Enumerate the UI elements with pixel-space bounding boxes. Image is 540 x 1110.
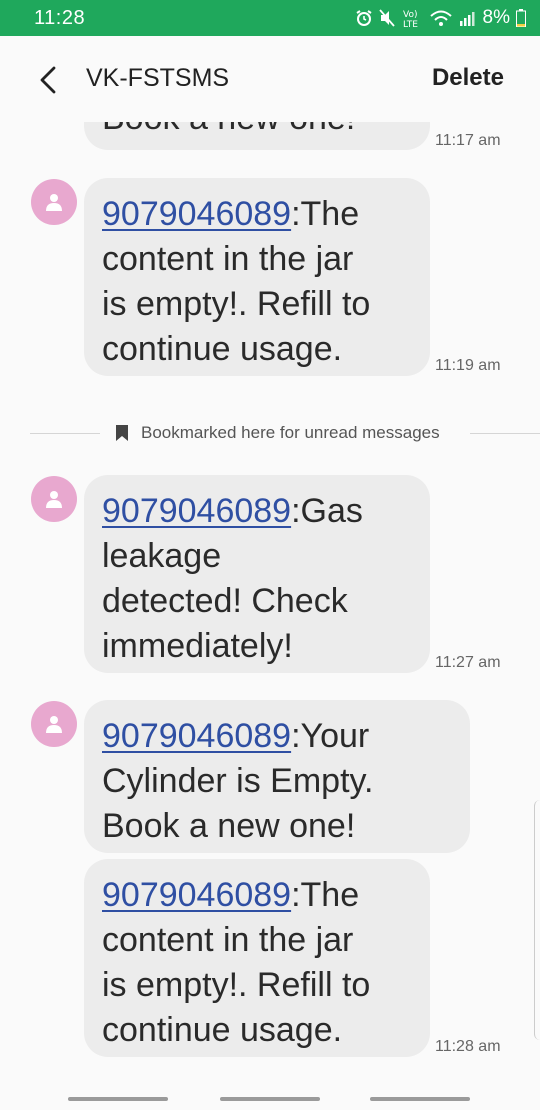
person-icon xyxy=(46,716,62,733)
message-time: 11:19 am xyxy=(435,357,501,374)
message-list[interactable]: Book a new one! 11:17 am 9079046089:The … xyxy=(0,122,540,1072)
alarm-icon xyxy=(355,9,373,27)
message-line: is empty!. Refill to xyxy=(102,966,371,1004)
phone-number-link[interactable]: 9079046089 xyxy=(102,717,291,755)
svg-text:LTE: LTE xyxy=(403,20,418,29)
unread-bookmark-divider: Bookmarked here for unread messages xyxy=(30,422,540,446)
message-line: is empty!. Refill to xyxy=(102,285,371,323)
message-text: :Gas xyxy=(291,492,363,530)
message-bubble[interactable]: 9079046089:The content in the jar is emp… xyxy=(84,178,430,376)
message-line: content in the jar xyxy=(102,240,354,278)
avatar[interactable] xyxy=(31,476,77,522)
delete-button[interactable]: Delete xyxy=(432,64,504,92)
message-line: 9079046089:The xyxy=(102,192,412,237)
message-line: continue usage. xyxy=(102,1011,343,1049)
signal-icon xyxy=(459,10,475,26)
avatar[interactable] xyxy=(31,701,77,747)
nav-home-button[interactable] xyxy=(220,1097,320,1101)
message-bubble[interactable]: 9079046089:The content in the jar is emp… xyxy=(84,859,430,1057)
bookmark-text: Bookmarked here for unread messages xyxy=(141,423,440,442)
message-line: 9079046089:Your xyxy=(102,714,452,759)
message-bubble[interactable]: 9079046089:Your Cylinder is Empty. Book … xyxy=(84,700,470,853)
message-time: 11:17 am xyxy=(435,132,501,149)
phone-number-link[interactable]: 9079046089 xyxy=(102,195,291,233)
message-line: Book a new one! xyxy=(102,807,356,845)
message-text: :Your xyxy=(291,717,370,755)
phone-number-link[interactable]: 9079046089 xyxy=(102,876,291,914)
conversation-title: VK-FSTSMS xyxy=(86,64,230,92)
message-line: 9079046089:The xyxy=(102,873,412,918)
message-line: continue usage. xyxy=(102,330,343,368)
person-icon xyxy=(46,491,62,508)
person-icon xyxy=(46,194,62,211)
message-line: immediately! xyxy=(102,627,293,665)
message-line: Cylinder is Empty. xyxy=(102,762,374,800)
back-button[interactable] xyxy=(34,64,62,96)
message-bubble[interactable]: Book a new one! xyxy=(84,122,430,150)
battery-percent: 8% xyxy=(482,7,510,28)
message-line: detected! Check xyxy=(102,582,348,620)
message-time: 11:27 am xyxy=(435,654,501,671)
nav-recent-button[interactable] xyxy=(68,1097,168,1101)
status-icons: Vo) LTE 8% xyxy=(355,7,526,29)
volte-icon: Vo) LTE xyxy=(401,7,423,29)
battery-icon xyxy=(516,9,526,27)
svg-text:Vo): Vo) xyxy=(403,10,417,20)
message-text: :The xyxy=(291,876,360,914)
divider-line xyxy=(470,433,540,434)
message-text: Book a new one! xyxy=(102,122,355,137)
mute-icon xyxy=(378,9,395,27)
conversation-header: VK-FSTSMS Delete xyxy=(0,36,540,122)
status-time: 11:28 xyxy=(34,6,86,29)
divider-line xyxy=(30,433,100,434)
message-line: content in the jar xyxy=(102,921,354,959)
message-text: :The xyxy=(291,195,360,233)
chevron-left-icon xyxy=(40,66,56,94)
message-time: 11:28 am xyxy=(435,1038,501,1055)
avatar[interactable] xyxy=(31,179,77,225)
nav-back-button[interactable] xyxy=(370,1097,470,1101)
phone-number-link[interactable]: 9079046089 xyxy=(102,492,291,530)
bookmark-icon xyxy=(115,424,129,447)
message-line: leakage xyxy=(102,537,222,575)
message-line: 9079046089:Gas xyxy=(102,489,412,534)
navigation-bar xyxy=(0,1085,540,1110)
wifi-icon xyxy=(429,9,453,27)
status-bar: 11:28 Vo) LTE 8% xyxy=(0,0,540,36)
message-bubble[interactable]: 9079046089:Gas leakage detected! Check i… xyxy=(84,475,430,673)
scrollbar[interactable] xyxy=(534,800,540,1040)
